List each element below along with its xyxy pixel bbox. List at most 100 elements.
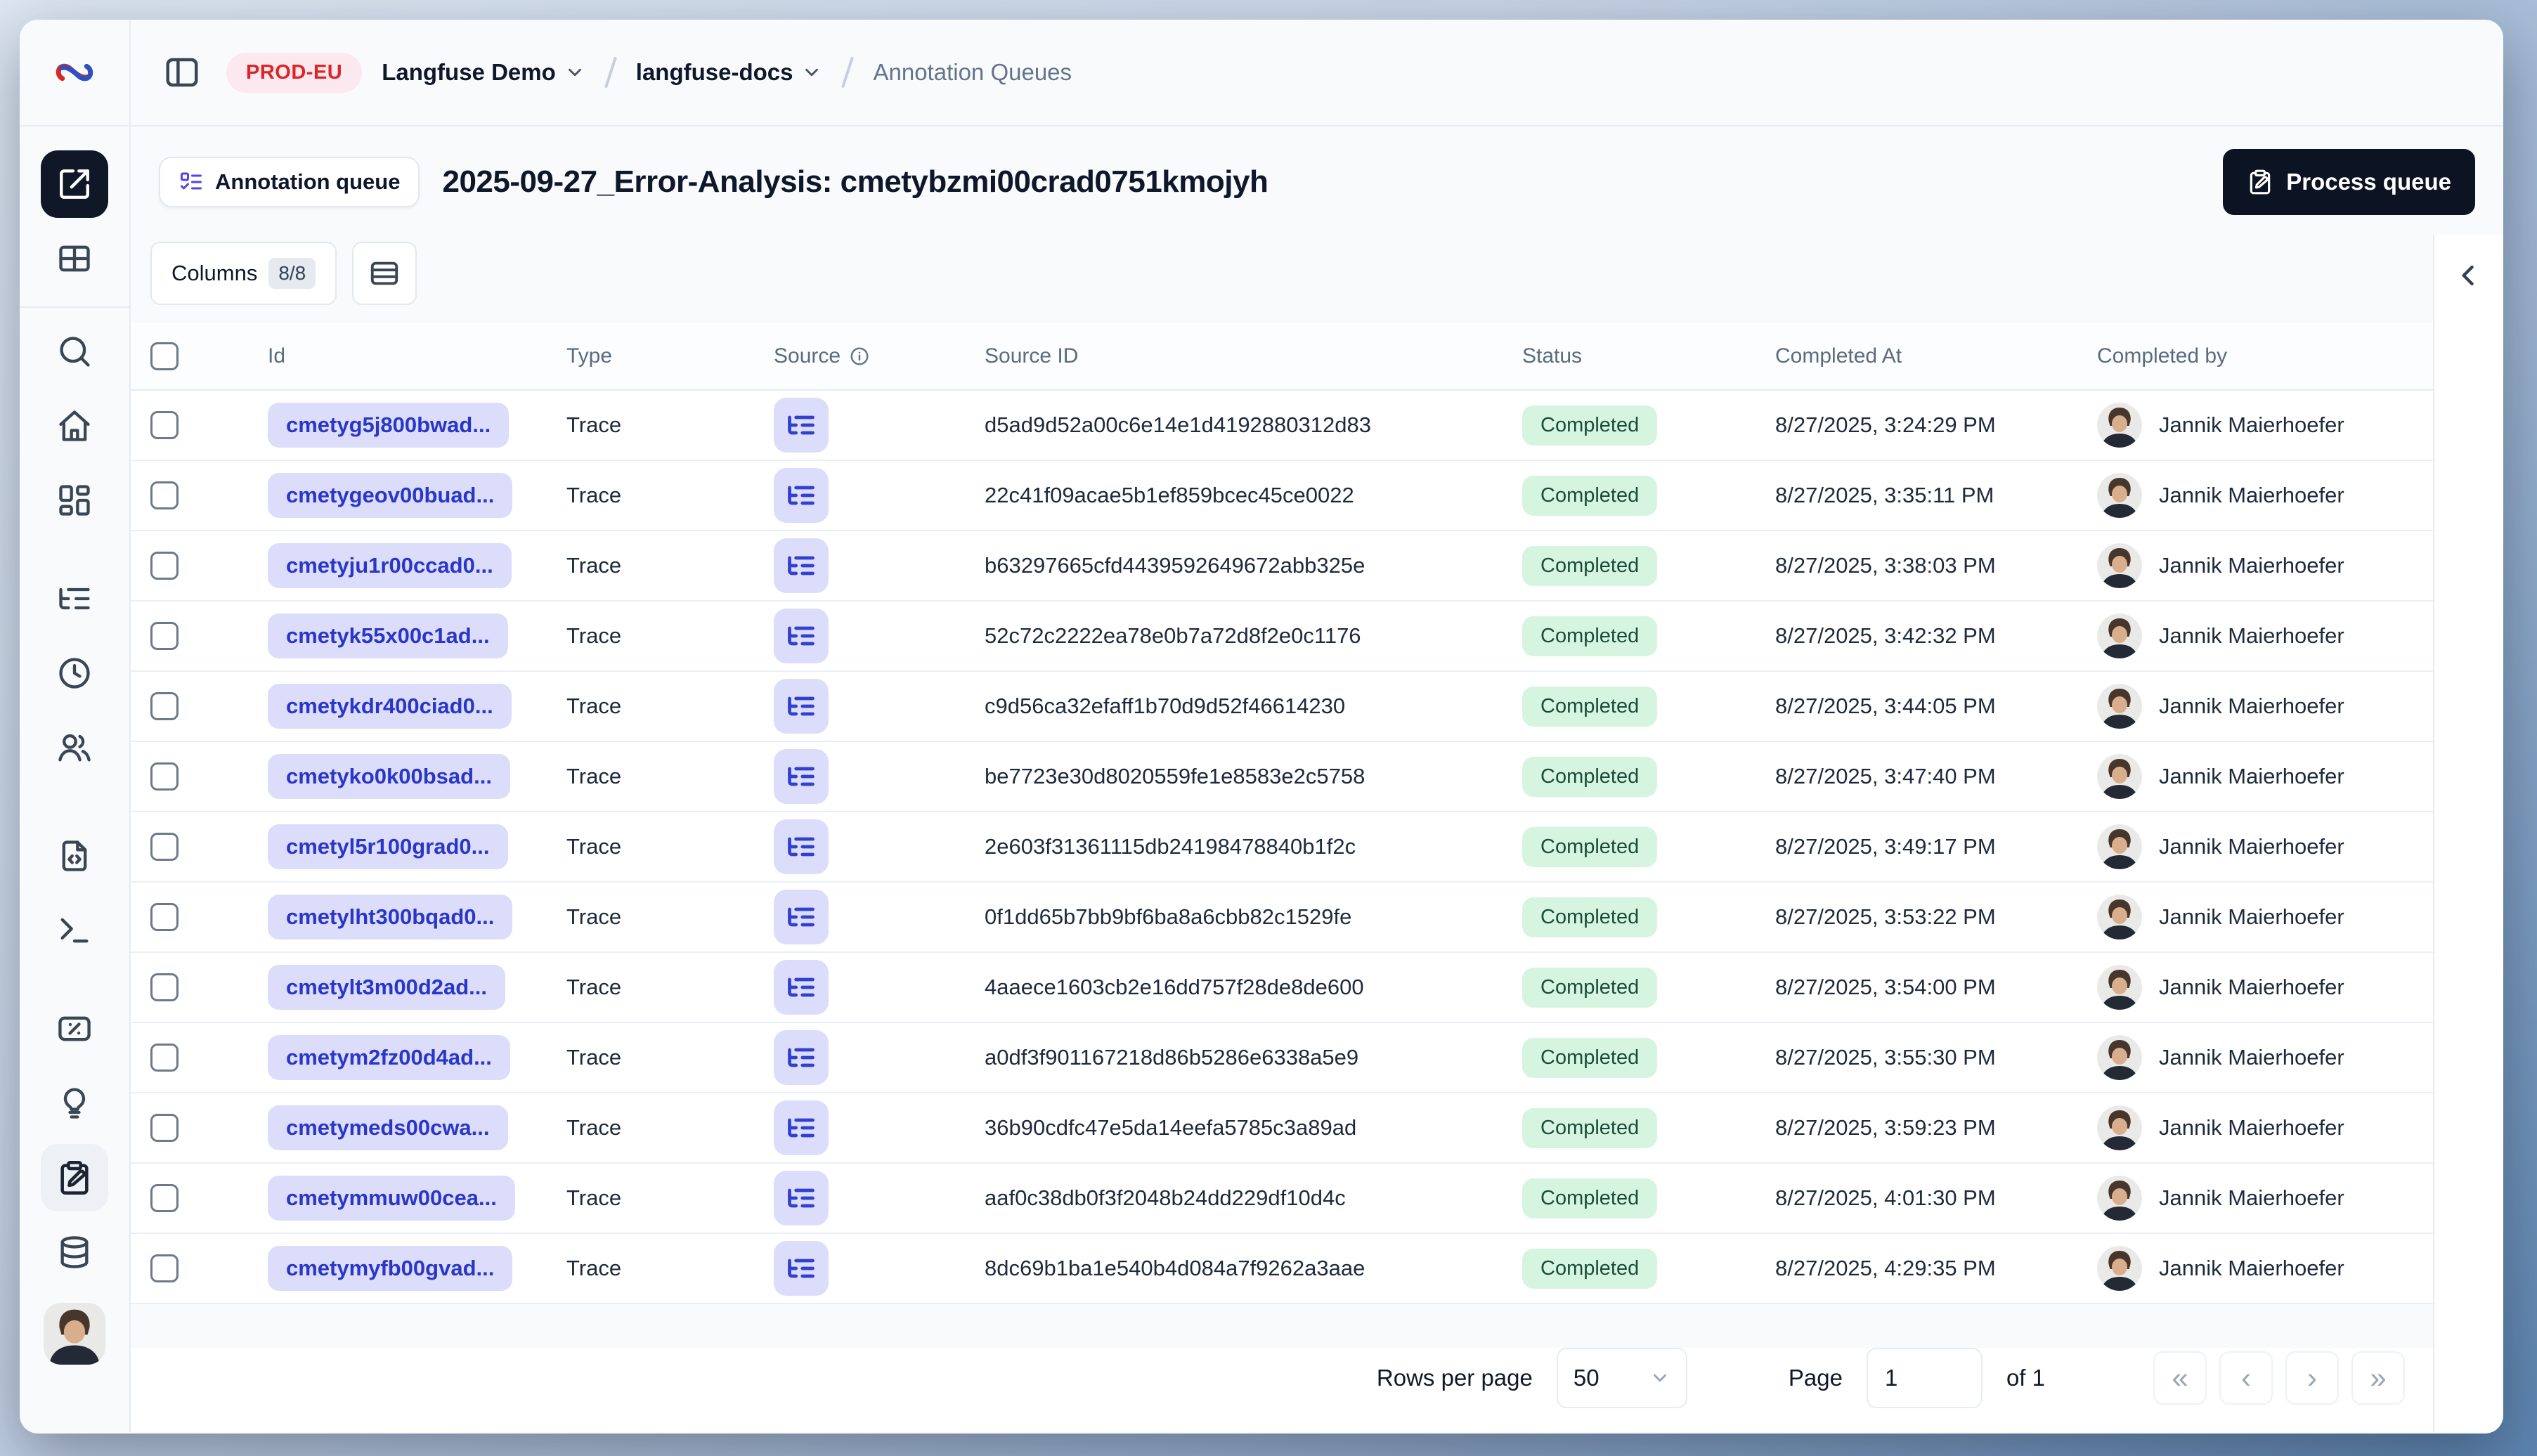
header-type[interactable]: Type [566,344,774,368]
row-checkbox[interactable] [150,1254,179,1282]
sidebar-item-sessions[interactable] [41,639,108,707]
next-page-button[interactable]: › [2285,1351,2339,1405]
trace-source-icon[interactable] [774,468,829,523]
sidebar-item-datasets[interactable] [41,1218,108,1286]
row-id-badge[interactable]: cmetyk55x00c1ad... [268,613,508,658]
row-checkbox[interactable] [150,1044,179,1072]
row-id-badge[interactable]: cmetykdr400ciad0... [268,684,512,729]
row-id-badge[interactable]: cmetyko0k00bsad... [268,754,510,799]
row-checkbox[interactable] [150,973,179,1001]
row-checkbox[interactable] [150,552,179,580]
table-row[interactable]: cmetyl5r100grad0... Trace 2e603f31361115… [131,812,2433,883]
row-checkbox[interactable] [150,1114,179,1142]
sidebar-item-insights[interactable] [41,1070,108,1137]
status-badge: Completed [1522,545,1658,586]
row-completed-by: Jannik Maierhoefer [2159,553,2344,578]
table-row[interactable]: cmetyju1r00ccad0... Trace b63297665cfd44… [131,531,2433,602]
trace-source-icon[interactable] [774,679,829,734]
page-input[interactable] [1866,1348,1983,1408]
row-checkbox[interactable] [150,411,179,439]
table-row[interactable]: cmetym2fz00d4ad... Trace a0df3f901167218… [131,1023,2433,1093]
table-row[interactable]: cmetymyfb00gvad... Trace 8dc69b1ba1e540b… [131,1234,2433,1304]
trace-source-icon[interactable] [774,1100,829,1155]
row-id-badge[interactable]: cmetygeov00buad... [268,473,513,518]
columns-button[interactable]: Columns 8/8 [150,242,337,305]
row-id-badge[interactable]: cmetyg5j800bwad... [268,403,510,448]
langfuse-logo[interactable] [20,20,131,125]
select-all-checkbox[interactable] [150,342,179,370]
header-id[interactable]: Id [268,344,566,368]
trace-source-icon[interactable] [774,609,829,663]
table-row[interactable]: cmetyg5j800bwad... Trace d5ad9d52a00c6e1… [131,391,2433,461]
header-completed-at[interactable]: Completed At [1775,344,2097,368]
row-id-badge[interactable]: cmetymeds00cwa... [268,1105,508,1150]
status-badge: Completed [1522,967,1658,1008]
breadcrumb-divider [841,56,855,89]
trace-source-icon[interactable] [774,538,829,593]
trace-source-icon[interactable] [774,398,829,453]
row-checkbox[interactable] [150,622,179,650]
trace-source-icon[interactable] [774,1030,829,1085]
avatar-image [44,1303,105,1365]
sidebar-item-annotation-queues[interactable] [41,1144,108,1211]
row-checkbox[interactable] [150,1184,179,1212]
trace-source-icon[interactable] [774,960,829,1015]
rows-per-page-select[interactable]: 50 [1556,1348,1687,1408]
header-source-id[interactable]: Source ID [985,344,1522,368]
sidebar-item-playground[interactable] [41,897,108,964]
header-completed-by[interactable]: Completed by [2097,344,2433,368]
row-id-badge[interactable]: cmetymyfb00gvad... [268,1246,513,1291]
table-row[interactable]: cmetyko0k00bsad... Trace be7723e30d80205… [131,742,2433,812]
table-row[interactable]: cmetylht300bqad0... Trace 0f1dd65b7bb9bf… [131,883,2433,953]
row-checkbox[interactable] [150,692,179,720]
row-checkbox[interactable] [150,833,179,861]
row-checkbox[interactable] [150,481,179,509]
header-status[interactable]: Status [1522,344,1775,368]
last-page-button[interactable]: » [2351,1351,2405,1405]
sidebar-item-dashboard[interactable] [41,467,108,534]
sidebar-item-traces[interactable] [41,565,108,632]
row-checkbox[interactable] [150,903,179,931]
sidebar-item-open-in-new[interactable] [41,150,108,218]
previous-page-button[interactable]: ‹ [2219,1351,2273,1405]
sidebar-item-prompts[interactable] [41,822,108,890]
sidebar-item-home[interactable] [41,392,108,460]
row-id-badge[interactable]: cmetyju1r00ccad0... [268,543,512,588]
trace-source-icon[interactable] [774,1241,829,1296]
status-badge: Completed [1522,1178,1658,1218]
row-completed-by: Jannik Maierhoefer [2159,1185,2344,1210]
table-row[interactable]: cmetyk55x00c1ad... Trace 52c72c2222ea78e… [131,602,2433,672]
row-id-badge[interactable]: cmetymmuw00cea... [268,1176,515,1221]
user-avatar[interactable] [44,1303,105,1365]
trace-source-icon[interactable] [774,1171,829,1226]
collapse-panel-button[interactable] [2446,253,2491,298]
sidebar-item-users[interactable] [41,714,108,781]
table-row[interactable]: cmetymmuw00cea... Trace aaf0c38db0f3f204… [131,1164,2433,1234]
process-queue-button[interactable]: Process queue [2223,149,2475,215]
avatar [2097,1035,2142,1080]
sidebar-item-search[interactable] [41,318,108,385]
header-source[interactable]: Source [774,344,985,368]
row-id-badge[interactable]: cmetyl5r100grad0... [268,824,508,869]
trace-source-icon[interactable] [774,819,829,874]
trace-source-icon[interactable] [774,749,829,804]
sidebar-toggle-button[interactable] [157,48,207,97]
first-page-button[interactable]: « [2153,1351,2207,1405]
breadcrumb-project[interactable]: langfuse-docs [636,59,823,86]
breadcrumb-org[interactable]: Langfuse Demo [382,59,585,86]
row-checkbox[interactable] [150,762,179,791]
table-row[interactable]: cmetylt3m00d2ad... Trace 4aaece1603cb2e1… [131,953,2433,1023]
table-row[interactable]: cmetymeds00cwa... Trace 36b90cdfc47e5da1… [131,1093,2433,1164]
trace-source-icon[interactable] [774,890,829,944]
row-id-badge[interactable]: cmetylht300bqad0... [268,895,513,940]
row-id-badge[interactable]: cmetylt3m00d2ad... [268,965,506,1010]
table-row[interactable]: cmetygeov00buad... Trace 22c41f09acae5b1… [131,461,2433,531]
row-type: Trace [566,904,622,929]
row-height-button[interactable] [352,242,417,305]
row-completed-by: Jannik Maierhoefer [2159,412,2344,437]
sidebar-item-evaluation[interactable] [41,995,108,1062]
row-id-badge[interactable]: cmetym2fz00d4ad... [268,1035,510,1080]
row-type: Trace [566,1185,622,1210]
sidebar-item-table-view[interactable] [41,225,108,292]
table-row[interactable]: cmetykdr400ciad0... Trace c9d56ca32efaff… [131,672,2433,742]
